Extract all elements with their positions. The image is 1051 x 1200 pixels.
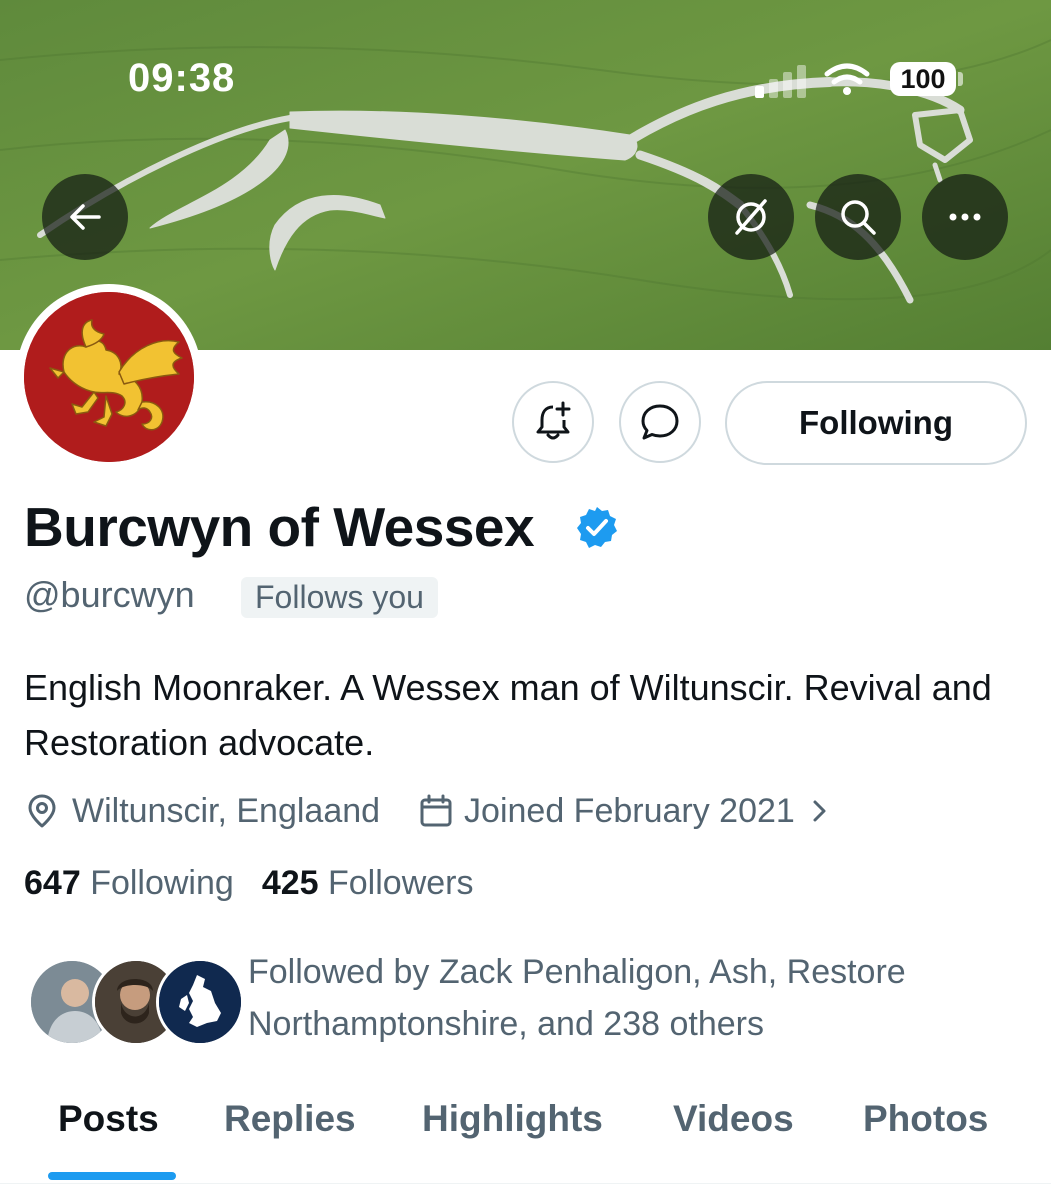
followed-by-text[interactable]: Followed by Zack Penhaligon, Ash, Restor… xyxy=(248,946,1028,1050)
battery-nub xyxy=(958,72,963,86)
signal-wifi-icons xyxy=(755,63,870,98)
profile-handle: @burcwyn xyxy=(24,574,195,615)
following-label: Following xyxy=(90,864,234,902)
followers-stat[interactable]: 425 Followers xyxy=(262,864,474,903)
status-time: 09:38 xyxy=(128,56,236,100)
display-name: Burcwyn of Wessex xyxy=(24,496,535,558)
message-button[interactable] xyxy=(619,381,701,463)
notifications-button[interactable] xyxy=(512,381,594,463)
back-button[interactable] xyxy=(42,174,128,260)
joined-item[interactable]: Joined February 2021 xyxy=(418,792,835,831)
location-pin-icon xyxy=(28,794,56,828)
followers-label: Followers xyxy=(328,864,474,902)
following-count: 647 xyxy=(24,864,81,902)
following-stat[interactable]: 647 Following xyxy=(24,864,234,903)
profile-bio: English Moonraker. A Wessex man of Wiltu… xyxy=(24,667,992,763)
tab-posts[interactable]: Posts xyxy=(58,1098,159,1140)
wyvern-flag-image xyxy=(24,292,194,462)
grok-button[interactable] xyxy=(708,174,794,260)
joined-text: Joined February 2021 xyxy=(464,791,795,830)
search-icon xyxy=(841,200,876,235)
followers-count: 425 xyxy=(261,864,319,902)
tabs-divider xyxy=(0,1183,1051,1184)
message-icon xyxy=(641,404,679,440)
more-icon xyxy=(949,213,981,221)
tab-replies[interactable]: Replies xyxy=(224,1098,356,1140)
search-button[interactable] xyxy=(815,174,901,260)
verified-badge-icon[interactable] xyxy=(574,505,620,551)
tab-photos[interactable]: Photos xyxy=(863,1098,988,1140)
more-button[interactable] xyxy=(922,174,1008,260)
tab-highlights[interactable]: Highlights xyxy=(422,1098,603,1140)
tab-videos[interactable]: Videos xyxy=(673,1098,794,1140)
grok-icon xyxy=(735,199,767,235)
chevron-right-icon xyxy=(813,800,826,822)
follow-stats: 647 Following 425 Followers xyxy=(24,864,473,903)
profile-meta: Wiltunscir, Englaand Joined February 202… xyxy=(24,786,835,836)
battery-indicator: 100 xyxy=(890,62,956,96)
notification-add-icon xyxy=(536,401,571,440)
active-tab-indicator xyxy=(48,1172,176,1180)
followers-facepile[interactable] xyxy=(28,958,244,1048)
back-arrow-icon xyxy=(70,204,101,230)
location-text: Wiltunscir, Englaand xyxy=(72,791,381,830)
profile-avatar[interactable] xyxy=(16,284,202,470)
follows-you-badge: Follows you xyxy=(241,577,438,618)
avatar xyxy=(156,958,244,1046)
following-button[interactable]: Following xyxy=(725,381,1027,465)
calendar-icon xyxy=(420,794,452,827)
location-item: Wiltunscir, Englaand xyxy=(24,792,380,831)
